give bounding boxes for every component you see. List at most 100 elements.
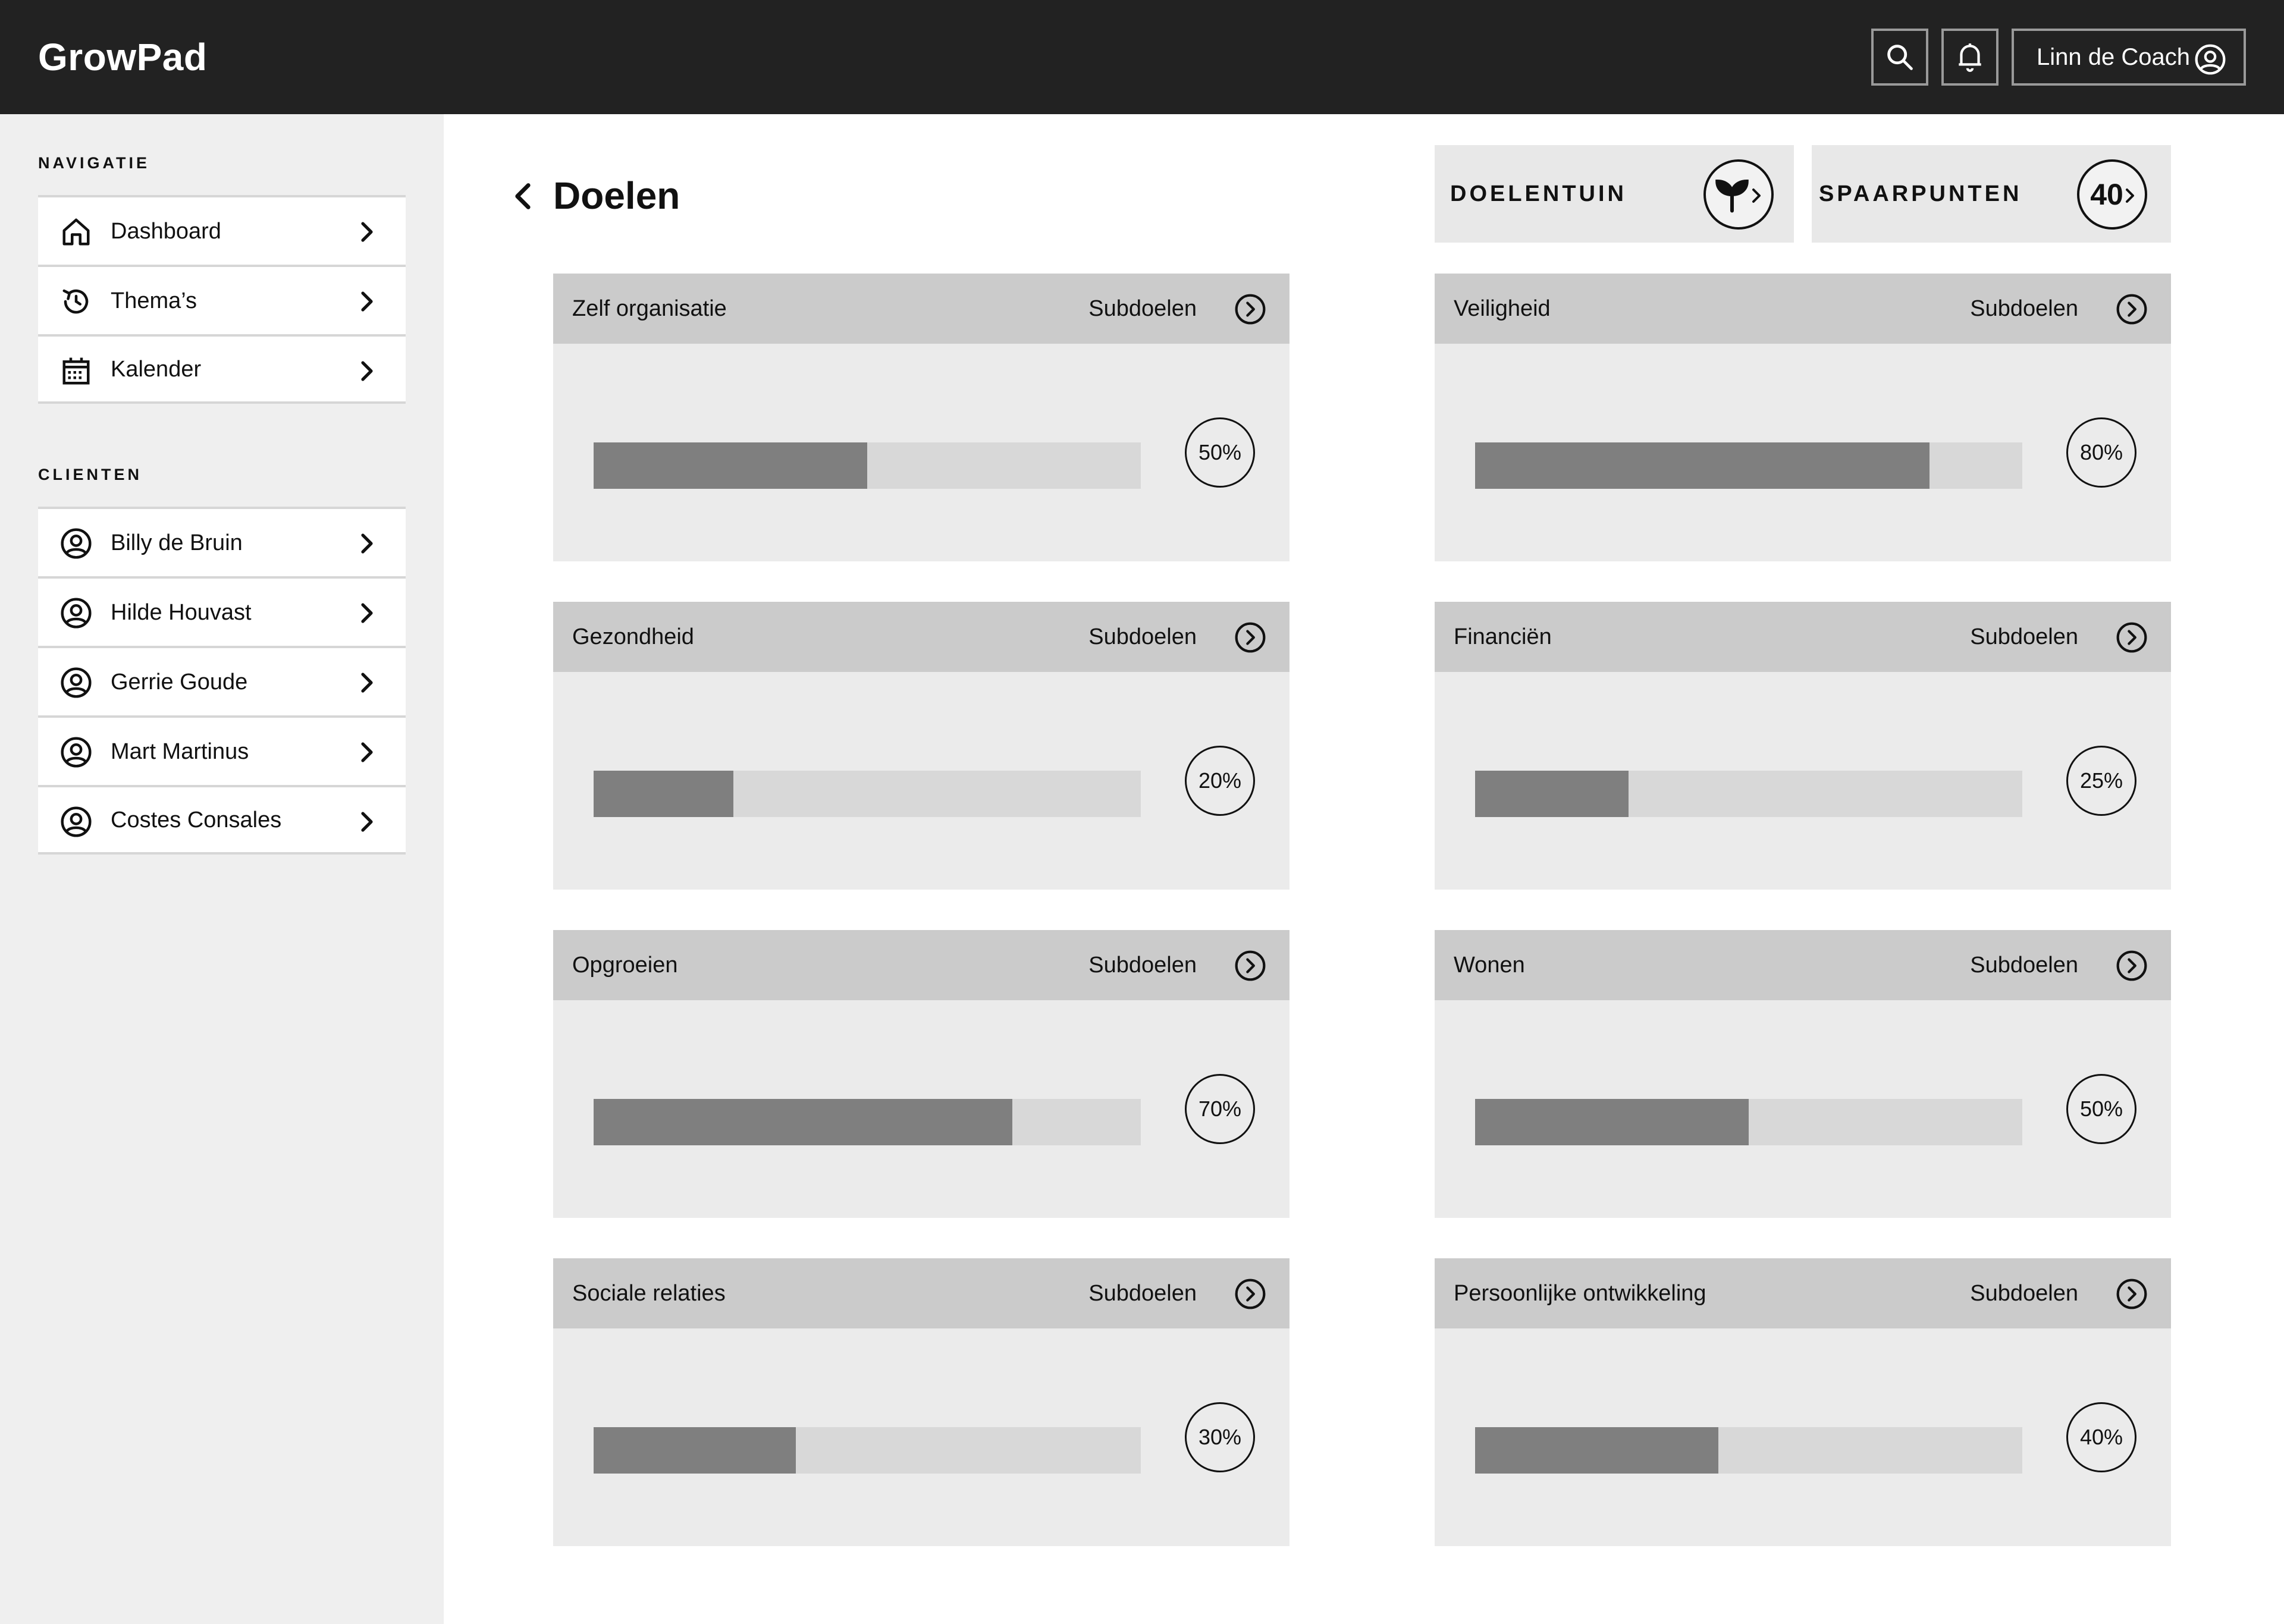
doelentuin-card[interactable]: DOELENTUIN <box>1435 145 1794 243</box>
history-icon <box>58 284 94 319</box>
app-logo[interactable]: GrowPad <box>38 31 207 83</box>
progress-percent-badge: 70% <box>1185 1074 1255 1144</box>
sidebar-item-label: Kalender <box>111 356 202 382</box>
goal-card: Opgroeien Subdoelen 70% <box>553 930 1290 1218</box>
progress-percent-label: 20% <box>1198 768 1242 793</box>
goal-card: Veiligheid Subdoelen 80% <box>1435 274 2171 561</box>
progress-bar <box>594 442 1141 489</box>
progress-bar <box>594 1099 1141 1145</box>
progress-bar-fill <box>594 1099 1012 1145</box>
chevron-right-icon <box>1752 189 1761 203</box>
home-icon <box>58 214 94 250</box>
top-bar: GrowPad Linn de Coach <box>0 0 2284 114</box>
chevron-right-icon <box>354 219 378 248</box>
subdoelen-link[interactable]: Subdoelen <box>1088 1279 1197 1308</box>
progress-bar <box>594 1427 1141 1474</box>
arrow-right-circle-icon[interactable] <box>1234 949 1267 985</box>
search-icon <box>1887 45 1913 70</box>
progress-bar <box>1475 771 2022 817</box>
sidebar-item-label: Dashboard <box>111 218 221 244</box>
spaarpunten-card[interactable]: SPAARPUNTEN 40 <box>1812 145 2171 243</box>
goal-card: Gezondheid Subdoelen 20% <box>553 602 1290 890</box>
sidebar-item-label: Costes Consales <box>111 807 282 833</box>
user-circle-icon <box>58 804 94 840</box>
user-menu-button[interactable]: Linn de Coach <box>2012 29 2246 86</box>
doelentuin-button[interactable] <box>1703 159 1774 230</box>
arrow-right-circle-icon[interactable] <box>1234 621 1267 657</box>
notifications-button[interactable] <box>1941 29 1999 86</box>
subdoelen-link[interactable]: Subdoelen <box>1970 1279 2078 1308</box>
goal-card: Zelf organisatie Subdoelen 50% <box>553 274 1290 561</box>
sidebar-item-client[interactable]: Costes Consales <box>38 785 406 855</box>
goal-card-header: Opgroeien Subdoelen <box>553 930 1290 1000</box>
chevron-right-icon <box>354 809 378 838</box>
goal-name: Veiligheid <box>1454 296 1551 321</box>
subdoelen-link[interactable]: Subdoelen <box>1088 951 1197 979</box>
doelentuin-label: DOELENTUIN <box>1450 181 1627 206</box>
clients-section-title: CLIENTEN <box>38 466 142 483</box>
goal-card-header: Veiligheid Subdoelen <box>1435 274 2171 344</box>
subdoelen-link[interactable]: Subdoelen <box>1970 623 2078 651</box>
progress-percent-badge: 50% <box>2066 1074 2136 1144</box>
goal-name: Zelf organisatie <box>572 296 727 321</box>
progress-percent-label: 50% <box>2079 1097 2123 1121</box>
sidebar-item-themas[interactable]: Thema’s <box>38 265 406 334</box>
nav-list: Dashboard Thema’s Kalender <box>38 195 406 404</box>
arrow-right-circle-icon[interactable] <box>2115 621 2148 657</box>
arrow-right-circle-icon[interactable] <box>1234 293 1267 329</box>
progress-percent-label: 70% <box>1198 1097 1242 1121</box>
goal-card-header: Persoonlijke ontwikkeling Subdoelen <box>1435 1258 2171 1328</box>
progress-bar-fill <box>1475 1099 1749 1145</box>
chevron-right-icon <box>354 358 378 387</box>
chevron-right-icon <box>354 288 378 318</box>
spaarpunten-label: SPAARPUNTEN <box>1819 181 2022 206</box>
user-circle-icon <box>58 526 94 561</box>
client-list: Billy de Bruin Hilde Houvast Gerrie Goude M… <box>38 507 406 855</box>
spaarpunten-button[interactable]: 40 <box>2077 159 2147 230</box>
sidebar: NAVIGATIE Dashboard Thema’s Kalender CLI… <box>0 114 444 1624</box>
arrow-right-circle-icon[interactable] <box>2115 949 2148 985</box>
sidebar-item-client[interactable]: Mart Martinus <box>38 715 406 785</box>
goal-card-header: Sociale relaties Subdoelen <box>553 1258 1290 1328</box>
back-button[interactable] <box>509 180 537 216</box>
sidebar-item-kalender[interactable]: Kalender <box>38 334 406 404</box>
progress-bar-fill <box>594 442 867 489</box>
goal-card: Sociale relaties Subdoelen 30% <box>553 1258 1290 1546</box>
sidebar-item-client[interactable]: Gerrie Goude <box>38 646 406 715</box>
sidebar-item-dashboard[interactable]: Dashboard <box>38 195 406 265</box>
sidebar-item-label: Mart Martinus <box>111 739 249 764</box>
chevron-right-icon <box>2126 189 2134 203</box>
goal-name: Wonen <box>1454 953 1525 978</box>
subdoelen-link[interactable]: Subdoelen <box>1970 951 2078 979</box>
user-circle-icon <box>58 734 94 770</box>
progress-percent-badge: 20% <box>1185 746 1255 816</box>
chevron-right-icon <box>354 739 378 768</box>
arrow-right-circle-icon[interactable] <box>2115 1277 2148 1314</box>
goal-name: Persoonlijke ontwikkeling <box>1454 1281 1706 1306</box>
goal-name: Opgroeien <box>572 953 678 978</box>
chevron-right-icon <box>354 670 378 699</box>
progress-bar-fill <box>594 1427 796 1474</box>
subdoelen-link[interactable]: Subdoelen <box>1970 294 2078 323</box>
nav-section-title: NAVIGATIE <box>38 154 150 172</box>
user-circle-icon <box>58 665 94 701</box>
sidebar-item-client[interactable]: Billy de Bruin <box>38 507 406 576</box>
goal-card-header: Financiën Subdoelen <box>1435 602 2171 672</box>
user-name: Linn de Coach <box>2037 44 2190 70</box>
chevron-left-icon <box>515 183 531 209</box>
search-button[interactable] <box>1871 29 1928 86</box>
arrow-right-circle-icon[interactable] <box>1234 1277 1267 1314</box>
progress-bar-fill <box>594 771 733 817</box>
spaarpunten-value: 40 <box>2090 178 2123 211</box>
arrow-right-circle-icon[interactable] <box>2115 293 2148 329</box>
progress-percent-label: 25% <box>2079 768 2123 793</box>
goal-card: Wonen Subdoelen 50% <box>1435 930 2171 1218</box>
chevron-right-icon <box>354 530 378 560</box>
bell-icon <box>1959 43 1981 72</box>
user-circle-icon <box>2194 43 2227 79</box>
calendar-icon <box>58 353 94 389</box>
sidebar-item-client[interactable]: Hilde Houvast <box>38 576 406 646</box>
subdoelen-link[interactable]: Subdoelen <box>1088 294 1197 323</box>
goal-card-header: Zelf organisatie Subdoelen <box>553 274 1290 344</box>
subdoelen-link[interactable]: Subdoelen <box>1088 623 1197 651</box>
